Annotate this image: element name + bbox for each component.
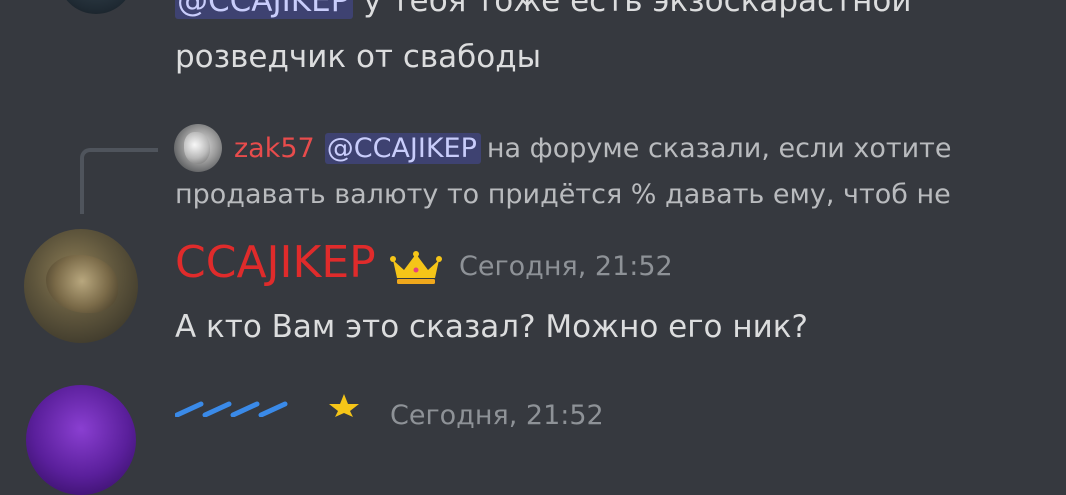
user-mention[interactable]: @CCAJIKEP xyxy=(324,133,481,164)
avatar[interactable] xyxy=(24,229,138,343)
message-text: А кто Вам это сказал? Можно его ник? xyxy=(175,309,808,345)
avatar[interactable] xyxy=(58,0,134,14)
crown-icon xyxy=(390,251,442,284)
reply-author[interactable]: zak57 xyxy=(234,133,315,164)
message-text: @CCAJIKEP у тебя тоже есть экзоскарастно… xyxy=(175,0,912,20)
message-text: розведчик от свабоды xyxy=(175,39,542,75)
message-author[interactable]: CCAJIKEP xyxy=(175,235,376,291)
avatar[interactable] xyxy=(26,385,136,495)
reply-connector xyxy=(80,148,158,214)
reply-avatar[interactable] xyxy=(174,124,222,172)
message-author[interactable] xyxy=(175,398,305,417)
star-icon xyxy=(329,394,359,417)
message-timestamp: Сегодня, 21:52 xyxy=(459,251,673,282)
user-mention[interactable]: @CCAJIKEP xyxy=(175,0,354,19)
message-text-fragment: у тебя тоже есть экзоскарастной xyxy=(363,0,912,19)
message-timestamp: Сегодня, 21:52 xyxy=(390,400,604,431)
reply-text: на форуме сказали, если хотите xyxy=(486,133,952,164)
reply-text: продавать валюту то придётся % давать ем… xyxy=(175,179,951,210)
reply-preview[interactable]: zak57 @CCAJIKEP на форуме сказали, если хо… xyxy=(234,130,951,168)
